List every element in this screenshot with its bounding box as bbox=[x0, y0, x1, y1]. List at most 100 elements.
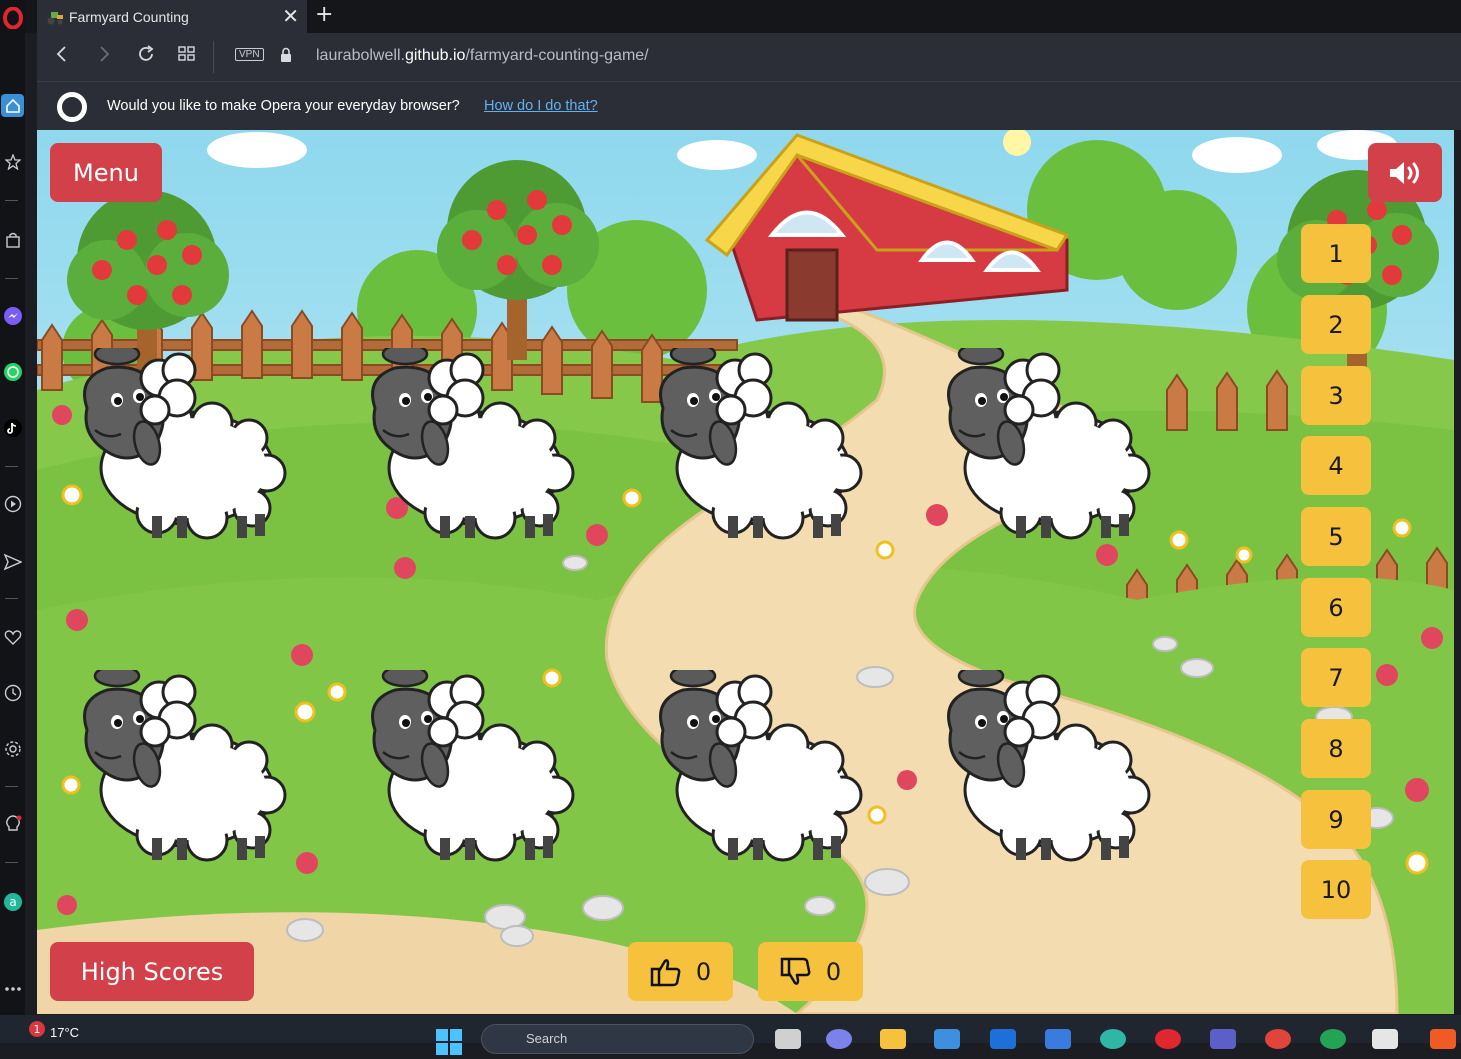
sheep-3 bbox=[659, 348, 863, 540]
sheep-6 bbox=[371, 670, 575, 862]
messenger-icon[interactable] bbox=[1, 304, 24, 327]
back-icon[interactable] bbox=[55, 44, 69, 69]
whatsapp-icon[interactable] bbox=[1, 360, 24, 383]
history-clock-icon[interactable] bbox=[1, 681, 24, 704]
url-host: github.io bbox=[404, 47, 466, 64]
sidebar-divider bbox=[5, 200, 18, 201]
taskbar-search-input[interactable]: Search bbox=[481, 1024, 754, 1054]
star-icon[interactable] bbox=[1, 150, 24, 173]
chrome-icon[interactable] bbox=[1265, 1029, 1291, 1049]
home-icon[interactable] bbox=[1, 94, 24, 117]
sheep-2 bbox=[371, 348, 575, 540]
sidebar-divider bbox=[5, 278, 18, 279]
menu-button[interactable]: Menu bbox=[50, 143, 162, 202]
sheep-1 bbox=[83, 348, 287, 540]
sound-toggle-button[interactable] bbox=[1368, 143, 1442, 202]
heart-icon[interactable] bbox=[1, 625, 24, 648]
menu-label: Menu bbox=[73, 158, 139, 187]
mail-icon[interactable] bbox=[990, 1029, 1016, 1049]
number-button-7[interactable]: 7 bbox=[1301, 648, 1371, 707]
weather-widget[interactable]: 17°C bbox=[50, 1025, 79, 1040]
tab-strip: Farmyard Counting ✕ + bbox=[25, 0, 1461, 33]
url-path: /farmyard-counting-game/ bbox=[465, 47, 649, 64]
incorrect-score: 0 bbox=[758, 942, 863, 1001]
teams-chat-icon[interactable] bbox=[826, 1029, 852, 1049]
number-button-10[interactable]: 10 bbox=[1301, 860, 1371, 919]
url-prefix: laurabolwell. bbox=[316, 47, 405, 64]
network-app-icon[interactable] bbox=[1320, 1029, 1346, 1049]
opera-taskbar-icon[interactable] bbox=[1155, 1029, 1181, 1049]
reload-icon[interactable] bbox=[136, 44, 156, 69]
more-icon[interactable] bbox=[1, 977, 24, 1000]
brave-icon[interactable] bbox=[1430, 1029, 1456, 1049]
number-button-9[interactable]: 9 bbox=[1301, 790, 1371, 849]
sheep-8 bbox=[947, 670, 1151, 862]
tiktok-icon[interactable] bbox=[1, 416, 24, 439]
vpn-badge[interactable]: VPN bbox=[235, 48, 264, 61]
thumbs-down-icon bbox=[780, 957, 811, 985]
lock-icon[interactable] bbox=[280, 47, 292, 67]
lightbulb-icon[interactable] bbox=[1, 813, 24, 836]
number-button-2[interactable]: 2 bbox=[1301, 295, 1371, 354]
number-label: 3 bbox=[1328, 381, 1344, 410]
shopping-bag-icon[interactable] bbox=[1, 228, 24, 251]
windows-taskbar: 1 17°C Search bbox=[0, 1015, 1461, 1055]
forward-icon[interactable] bbox=[97, 44, 111, 69]
new-tab-icon[interactable]: + bbox=[315, 2, 333, 27]
aria-icon[interactable]: a bbox=[1, 890, 24, 913]
number-label: 9 bbox=[1328, 805, 1344, 834]
url-field[interactable]: laurabolwell.github.io/farmyard-counting… bbox=[316, 47, 649, 65]
page-scrollbar[interactable] bbox=[1454, 130, 1461, 1014]
number-label: 1 bbox=[1328, 239, 1344, 268]
number-label: 6 bbox=[1328, 593, 1344, 622]
number-label: 5 bbox=[1328, 522, 1344, 551]
teams-icon[interactable] bbox=[1210, 1029, 1236, 1049]
settings-gear-icon[interactable] bbox=[1, 737, 24, 760]
player-icon[interactable] bbox=[1, 492, 24, 515]
sheep-7 bbox=[659, 670, 863, 862]
high-scores-button[interactable]: High Scores bbox=[50, 942, 254, 1001]
tractor-icon bbox=[47, 11, 63, 24]
tab-title: Farmyard Counting bbox=[69, 8, 189, 25]
correct-count: 0 bbox=[695, 957, 712, 986]
dev-app-icon[interactable] bbox=[1045, 1029, 1071, 1049]
tabs-grid-icon[interactable] bbox=[178, 44, 196, 68]
edge-icon[interactable] bbox=[1100, 1029, 1126, 1049]
number-button-3[interactable]: 3 bbox=[1301, 366, 1371, 425]
number-button-4[interactable]: 4 bbox=[1301, 436, 1371, 495]
sidebar-divider bbox=[5, 786, 18, 787]
correct-score: 0 bbox=[628, 942, 733, 1001]
number-label: 7 bbox=[1328, 663, 1344, 692]
infobar-message: Would you like to make Opera your everyd… bbox=[107, 98, 460, 114]
file-explorer-icon[interactable] bbox=[880, 1029, 906, 1049]
notes-app-icon[interactable] bbox=[1372, 1029, 1398, 1049]
send-icon[interactable] bbox=[1, 550, 24, 573]
windows-start-icon[interactable] bbox=[436, 1029, 462, 1059]
thumbs-up-icon bbox=[650, 958, 681, 986]
number-label: 10 bbox=[1320, 875, 1352, 904]
tab-close-icon[interactable]: ✕ bbox=[282, 4, 299, 29]
number-button-6[interactable]: 6 bbox=[1301, 578, 1371, 637]
number-button-8[interactable]: 8 bbox=[1301, 719, 1371, 778]
game-canvas: Menu 1 2 3 4 5 6 7 8 9 10 High Scores 0 … bbox=[37, 130, 1454, 1014]
address-bar-row: VPN laurabolwell.github.io/farmyard-coun… bbox=[37, 33, 1461, 81]
number-button-5[interactable]: 5 bbox=[1301, 507, 1371, 566]
sidebar-divider bbox=[5, 598, 18, 599]
number-label: 8 bbox=[1328, 734, 1344, 763]
sheep-5 bbox=[83, 670, 287, 862]
infobar-how-link[interactable]: How do I do that? bbox=[484, 98, 598, 114]
number-button-1[interactable]: 1 bbox=[1301, 224, 1371, 283]
opera-logo-icon[interactable] bbox=[1, 6, 24, 29]
opera-o-icon bbox=[57, 92, 87, 122]
task-view-icon[interactable] bbox=[775, 1029, 801, 1049]
weather-notification-badge: 1 bbox=[29, 1021, 45, 1037]
store-icon[interactable] bbox=[934, 1029, 960, 1049]
sheep-4 bbox=[947, 348, 1151, 540]
number-label: 4 bbox=[1328, 451, 1344, 480]
volume-icon bbox=[1390, 161, 1419, 184]
tab-farmyard-counting[interactable]: Farmyard Counting ✕ bbox=[37, 0, 307, 33]
incorrect-count: 0 bbox=[825, 957, 842, 986]
nav-divider bbox=[213, 41, 214, 73]
sidebar-divider bbox=[5, 862, 18, 863]
sidebar-divider bbox=[5, 466, 18, 467]
